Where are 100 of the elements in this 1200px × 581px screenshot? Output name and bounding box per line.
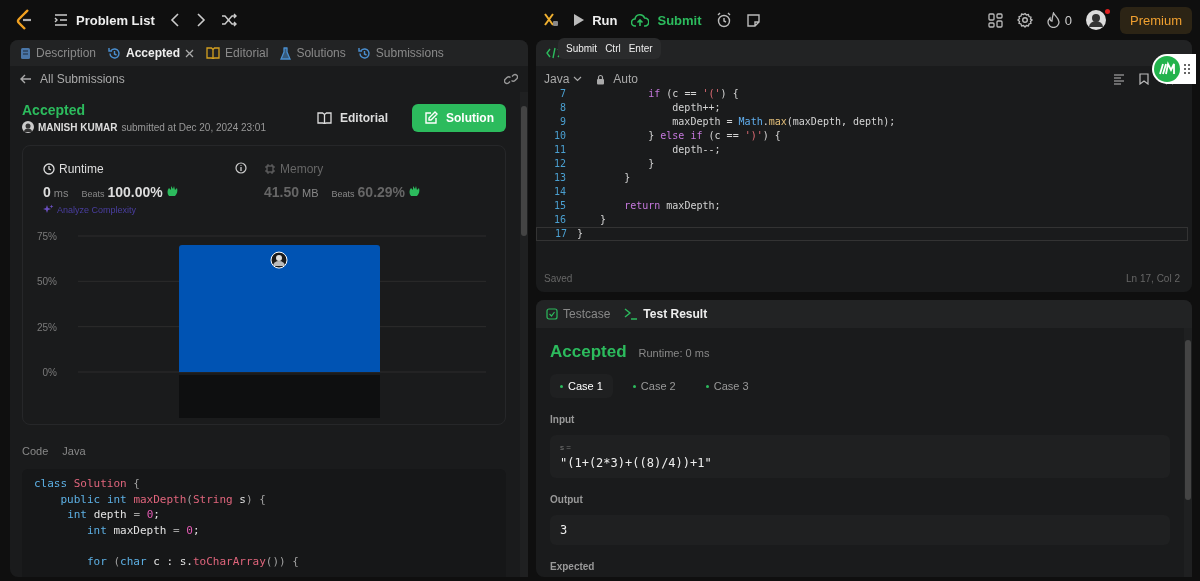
scrollbar[interactable] — [1184, 328, 1192, 577]
code-line: if (c == '(') { — [647, 87, 739, 99]
code-line: depth++; — [671, 101, 721, 113]
list-icon — [54, 14, 68, 26]
code-line: } — [623, 172, 631, 184]
lock-icon — [596, 73, 606, 85]
checkbox-icon — [546, 308, 558, 320]
link-icon[interactable] — [504, 73, 518, 85]
y-axis-label: 0% — [42, 367, 57, 378]
streak-counter[interactable]: 0 — [1046, 12, 1072, 28]
settings-icon[interactable] — [1016, 12, 1033, 28]
code-line: } — [599, 214, 607, 226]
line-number: 7 — [558, 87, 567, 99]
line-number: 12 — [552, 158, 567, 169]
case-tab[interactable]: Case 2 — [622, 374, 686, 398]
premium-button[interactable]: Premium — [1120, 6, 1192, 34]
chevron-down-icon — [573, 76, 583, 82]
flask-icon — [280, 46, 292, 60]
book-icon — [206, 47, 221, 59]
language-dropdown[interactable]: Java — [544, 72, 587, 86]
runtime-text: Runtime: 0 ms — [638, 347, 710, 359]
scrollbar[interactable] — [520, 92, 528, 577]
bookmark-icon[interactable] — [1139, 73, 1149, 85]
panel-tab[interactable]: Editorial — [206, 46, 269, 60]
stat-label: Runtime — [59, 162, 104, 176]
next-icon[interactable] — [194, 13, 207, 27]
beats-percentage: 60.29% — [357, 184, 406, 200]
alarm-clock-icon[interactable] — [715, 12, 732, 28]
cursor-position: Ln 17, Col 2 — [1126, 273, 1180, 284]
grid-icon[interactable] — [987, 12, 1003, 28]
y-axis-label: 75% — [37, 231, 57, 242]
editorial-button[interactable]: Editorial — [307, 104, 398, 131]
previous-icon[interactable] — [168, 13, 181, 27]
input-value: "(1+(2*3)+((8)/4))+1" — [560, 456, 713, 470]
result-status: Accepted — [550, 342, 627, 362]
stat-unit: MB — [302, 187, 319, 199]
code-line: int maxDepth = 0; — [86, 523, 201, 539]
beats-percentage: 100.00% — [107, 184, 163, 200]
flame-icon — [1046, 12, 1060, 28]
history-icon — [108, 46, 122, 60]
cloud-upload-icon — [631, 13, 650, 27]
author-name[interactable]: MANISH KUMAR — [38, 121, 118, 133]
close-icon[interactable] — [185, 48, 195, 58]
problem-list-button[interactable]: Problem List — [54, 12, 155, 28]
stat-value: 41.50 — [264, 184, 300, 200]
case-tab[interactable]: Case 1 — [550, 374, 613, 398]
stat-value: 0 — [43, 184, 51, 200]
all-submissions-link[interactable]: All Submissions — [20, 72, 125, 86]
format-icon[interactable] — [1113, 73, 1125, 85]
submission-status: Accepted — [22, 102, 86, 118]
panel-tab[interactable]: Submissions — [357, 46, 444, 60]
section-label: Input — [550, 414, 575, 425]
book-icon — [317, 111, 332, 124]
panel-tab[interactable]: Test Result — [624, 307, 708, 321]
debug-icon[interactable] — [543, 12, 560, 28]
code-label: Code — [22, 445, 49, 457]
line-number: 11 — [552, 143, 567, 155]
code-line: } — [647, 158, 655, 169]
user-avatar[interactable] — [1086, 10, 1106, 30]
submission-time: submitted at Dec 20, 2024 23:01 — [121, 121, 266, 133]
line-number: 9 — [558, 115, 567, 127]
submit-button[interactable]: Submit — [631, 12, 702, 28]
sparkle-icon — [43, 204, 54, 215]
chip-icon — [264, 163, 276, 175]
code-line: return maxDepth; — [623, 200, 721, 212]
panel-tab[interactable]: Solutions — [280, 46, 346, 60]
clock-icon — [43, 163, 55, 175]
panel-tab[interactable]: Testcase — [546, 307, 611, 321]
code-line: for (char c : s.toCharArray()) { — [86, 553, 300, 570]
extension-widget[interactable] — [1152, 54, 1196, 84]
clapping-hands-icon — [165, 184, 179, 197]
play-icon — [573, 14, 585, 26]
line-number: 8 — [558, 101, 567, 113]
logo-icon[interactable] — [16, 9, 34, 31]
author-avatar — [22, 121, 34, 133]
code-line: } else if (c == ')') { — [647, 129, 781, 141]
case-tab[interactable]: Case 3 — [695, 374, 759, 398]
line-number: 15 — [552, 200, 567, 212]
extension-logo-icon[interactable] — [1154, 56, 1180, 82]
terminal-icon — [624, 308, 639, 320]
document-icon — [20, 46, 31, 60]
line-number: 13 — [552, 172, 567, 184]
code-line: depth--; — [671, 143, 721, 155]
save-status: Saved — [544, 273, 573, 284]
panel-tab[interactable]: Description — [20, 46, 97, 60]
shuffle-icon[interactable] — [220, 13, 237, 27]
info-icon[interactable] — [235, 162, 247, 174]
code-line: } — [577, 228, 584, 240]
code-line: public int maxDepth(String s) { — [59, 492, 267, 508]
stat-label: Memory — [280, 162, 324, 176]
panel-tab[interactable]: Accepted — [108, 46, 195, 60]
run-button[interactable]: Run — [573, 12, 618, 28]
line-number: 10 — [552, 129, 567, 141]
beats-label: Beats — [81, 189, 105, 199]
note-icon[interactable] — [745, 12, 761, 28]
drag-handle-icon[interactable] — [1184, 64, 1190, 74]
auto-mode-button[interactable]: Auto — [596, 72, 639, 86]
output-value: 3 — [560, 523, 569, 537]
section-label: Output — [550, 494, 583, 505]
code-line: class Solution { — [34, 477, 141, 492]
